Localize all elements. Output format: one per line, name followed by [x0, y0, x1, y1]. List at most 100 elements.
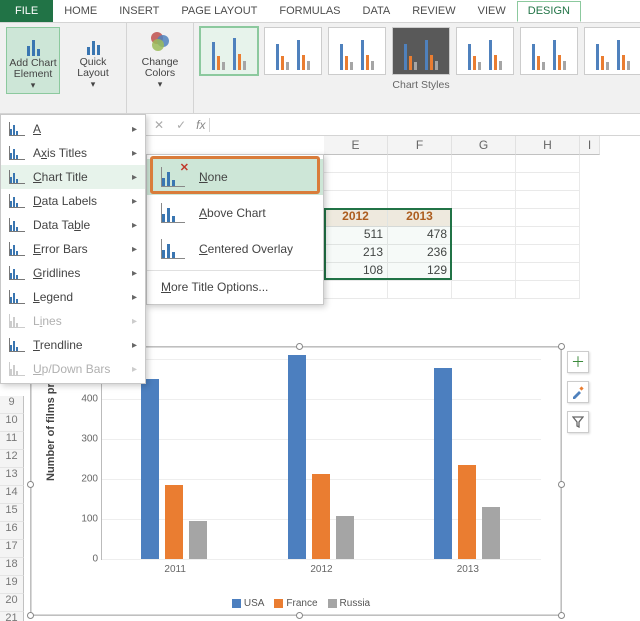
- chart-style-2[interactable]: [264, 27, 322, 75]
- x-tick: 2011: [164, 564, 186, 575]
- fx-icon[interactable]: fx: [192, 118, 210, 132]
- row-header[interactable]: 18: [0, 558, 24, 576]
- chart-title-submenu: ✕ None Above Chart Centered Overlay More…: [146, 154, 324, 305]
- row-header[interactable]: 11: [0, 432, 24, 450]
- y-tick: 200: [72, 474, 98, 485]
- tab-design[interactable]: DESIGN: [517, 1, 581, 22]
- y-tick: 300: [72, 434, 98, 445]
- chart-legend: USA France Russia: [31, 598, 561, 609]
- chart-overlay-icon: [161, 239, 185, 259]
- menu-trendline[interactable]: Trendline▸: [1, 333, 145, 357]
- legend-entry: France: [286, 598, 317, 609]
- menu-data-table[interactable]: Data Table▸: [1, 213, 145, 237]
- chart-brush-button[interactable]: [567, 381, 589, 403]
- add-chart-element-menu: A▸ Axis Titles▸ Chart Title▸ Data Labels…: [0, 114, 146, 384]
- row-header[interactable]: 20: [0, 594, 24, 612]
- menu-chart-title[interactable]: Chart Title▸: [1, 165, 145, 189]
- col-header[interactable]: H: [516, 136, 580, 155]
- submenu-none[interactable]: ✕ None: [147, 159, 323, 195]
- chart-filter-button[interactable]: [567, 411, 589, 433]
- chart-style-7[interactable]: [584, 27, 640, 75]
- bar-russia: [482, 507, 500, 559]
- bar-usa: [288, 355, 306, 559]
- col-header[interactable]: I: [580, 136, 600, 155]
- change-colors-button[interactable]: Change Colors▾: [133, 27, 187, 92]
- menu-gridlines[interactable]: Gridlines▸: [1, 261, 145, 285]
- submenu-more-options[interactable]: More Title Options...: [147, 274, 323, 300]
- colors-icon: [147, 29, 173, 55]
- confirm-icon[interactable]: ✓: [170, 118, 192, 132]
- bar-usa: [434, 368, 452, 559]
- row-header[interactable]: 19: [0, 576, 24, 594]
- row-header[interactable]: 10: [0, 414, 24, 432]
- tab-review[interactable]: REVIEW: [401, 1, 466, 22]
- menu-data-labels[interactable]: Data Labels▸: [1, 189, 145, 213]
- group-label-chart-styles: Chart Styles: [200, 79, 640, 91]
- row-header[interactable]: 13: [0, 468, 24, 486]
- bar-france: [458, 465, 476, 559]
- chart-plus-button[interactable]: ＋: [567, 351, 589, 373]
- ribbon: Add Chart Element▾ Quick Layout▾ Change …: [0, 22, 640, 114]
- row-header[interactable]: 9: [0, 396, 24, 414]
- col-header[interactable]: E: [324, 136, 388, 155]
- label: Quick Layout: [68, 57, 118, 79]
- row-header[interactable]: 21: [0, 612, 24, 621]
- submenu-centered-overlay[interactable]: Centered Overlay: [147, 231, 323, 267]
- chart-icon: [20, 30, 46, 56]
- tab-pagelayout[interactable]: PAGE LAYOUT: [170, 1, 268, 22]
- cell-value[interactable]: 108: [324, 263, 388, 281]
- tab-home[interactable]: HOME: [53, 1, 108, 22]
- cell-value[interactable]: 236: [388, 245, 452, 263]
- bar-russia: [336, 516, 354, 559]
- y-tick: 100: [72, 514, 98, 525]
- cell-year[interactable]: 2012: [324, 209, 388, 227]
- row-header[interactable]: 12: [0, 450, 24, 468]
- chart-style-6[interactable]: [520, 27, 578, 75]
- col-header[interactable]: G: [452, 136, 516, 155]
- cancel-icon[interactable]: ✕: [148, 118, 170, 132]
- tab-view[interactable]: VIEW: [467, 1, 517, 22]
- menu-axis-titles[interactable]: Axis Titles▸: [1, 141, 145, 165]
- row-header[interactable]: 17: [0, 540, 24, 558]
- row-header[interactable]: 15: [0, 504, 24, 522]
- chart-style-1[interactable]: [200, 27, 258, 75]
- chart-style-4[interactable]: [392, 27, 450, 75]
- menu-updown-bars: Up/Down Bars▸: [1, 357, 145, 381]
- bar-russia: [189, 521, 207, 559]
- menu-error-bars[interactable]: Error Bars▸: [1, 237, 145, 261]
- label: Add Chart Element: [9, 58, 57, 80]
- row-header[interactable]: 14: [0, 486, 24, 504]
- chart-style-5[interactable]: [456, 27, 514, 75]
- bar-usa: [141, 379, 159, 559]
- chart-above-icon: [161, 203, 185, 223]
- cell-value[interactable]: 511: [324, 227, 388, 245]
- bar-france: [312, 474, 330, 559]
- cell-year[interactable]: 2013: [388, 209, 452, 227]
- col-header[interactable]: F: [388, 136, 452, 155]
- cell-value[interactable]: 129: [388, 263, 452, 281]
- chevron-down-icon: ▾: [91, 79, 96, 90]
- plot-area: 0100200300400500201120122013: [101, 359, 541, 560]
- submenu-above-chart[interactable]: Above Chart: [147, 195, 323, 231]
- menu-legend[interactable]: Legend▸: [1, 285, 145, 309]
- embedded-chart[interactable]: Number of films produced 010020030040050…: [30, 346, 562, 616]
- tab-data[interactable]: DATA: [352, 1, 402, 22]
- menu-axes[interactable]: A▸: [1, 117, 145, 141]
- tab-file[interactable]: FILE: [0, 0, 53, 22]
- chart-style-3[interactable]: [328, 27, 386, 75]
- row-header[interactable]: 16: [0, 522, 24, 540]
- quick-layout-button[interactable]: Quick Layout▾: [66, 27, 120, 94]
- chart-none-icon: ✕: [161, 167, 185, 187]
- cell-value[interactable]: 213: [324, 245, 388, 263]
- legend-entry: Russia: [340, 598, 371, 609]
- cell-value[interactable]: 478: [388, 227, 452, 245]
- tab-insert[interactable]: INSERT: [108, 1, 170, 22]
- tab-formulas[interactable]: FORMULAS: [268, 1, 351, 22]
- y-tick: 0: [72, 554, 98, 565]
- bar-france: [165, 485, 183, 559]
- chevron-down-icon: ▾: [158, 79, 163, 90]
- ribbon-tabs: FILE HOME INSERT PAGE LAYOUT FORMULAS DA…: [0, 0, 640, 22]
- add-chart-element-button[interactable]: Add Chart Element▾: [6, 27, 60, 94]
- legend-entry: USA: [244, 598, 265, 609]
- x-tick: 2012: [310, 564, 332, 575]
